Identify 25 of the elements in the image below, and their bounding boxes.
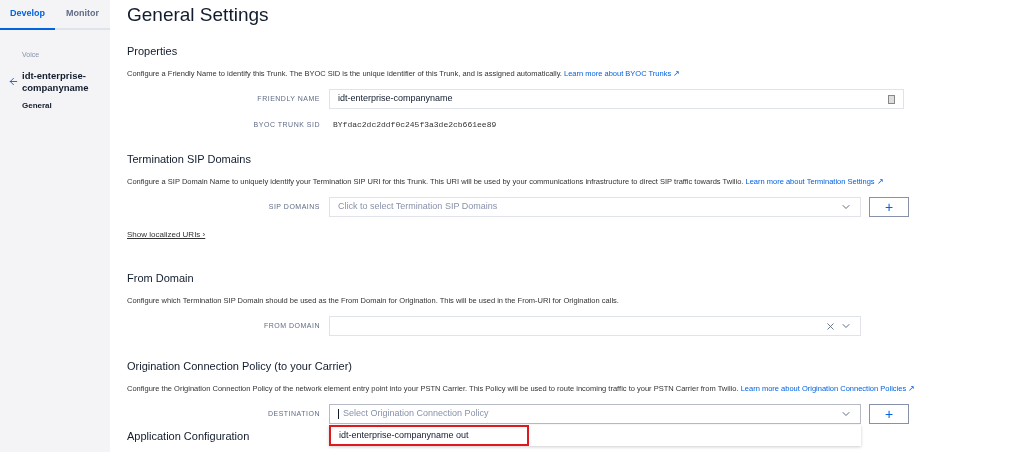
- page-title: General Settings: [127, 4, 270, 26]
- sidebar-tab[interactable]: Monitor: [55, 0, 110, 30]
- show-localized-uris-link[interactable]: Show localized URIs ›: [127, 229, 206, 241]
- select-field[interactable]: Select Origination Connection Policy: [329, 404, 861, 424]
- section-heading: Application Configuration: [127, 429, 250, 443]
- clear-icon[interactable]: [825, 320, 836, 332]
- sidebar-item[interactable]: General: [22, 99, 110, 112]
- section-heading: From Domain: [127, 271, 195, 285]
- section-heading: Termination SIP Domains: [127, 152, 252, 166]
- add-button[interactable]: +: [869, 404, 909, 424]
- back-arrow-icon[interactable]: [8, 76, 19, 87]
- select-field[interactable]: Click to select Termination SIP Domains: [329, 197, 861, 217]
- field-value: idt-enterprise-companyname: [338, 92, 454, 106]
- document-icon: [888, 94, 895, 104]
- sid-text: BYfdac2dc2ddf0c245f3a3de2cb661ee89: [332, 119, 498, 131]
- sidebar-tab[interactable]: Develop: [0, 0, 55, 30]
- dropdown-option[interactable]: idt-enterprise-companyname out: [329, 425, 529, 446]
- select-placeholder: Click to select Termination SIP Domains: [338, 200, 499, 214]
- trunk-name: idt-enterprise-companyname: [22, 69, 90, 94]
- add-button[interactable]: +: [869, 197, 909, 217]
- section-heading: Origination Connection Policy (to your Carrier): [127, 359, 353, 373]
- section-heading: Properties: [127, 44, 179, 58]
- friendly-name-field[interactable]: idt-enterprise-companyname: [329, 89, 904, 109]
- select-placeholder: Select Origination Connection Policy: [343, 407, 490, 421]
- select-field[interactable]: [329, 316, 861, 336]
